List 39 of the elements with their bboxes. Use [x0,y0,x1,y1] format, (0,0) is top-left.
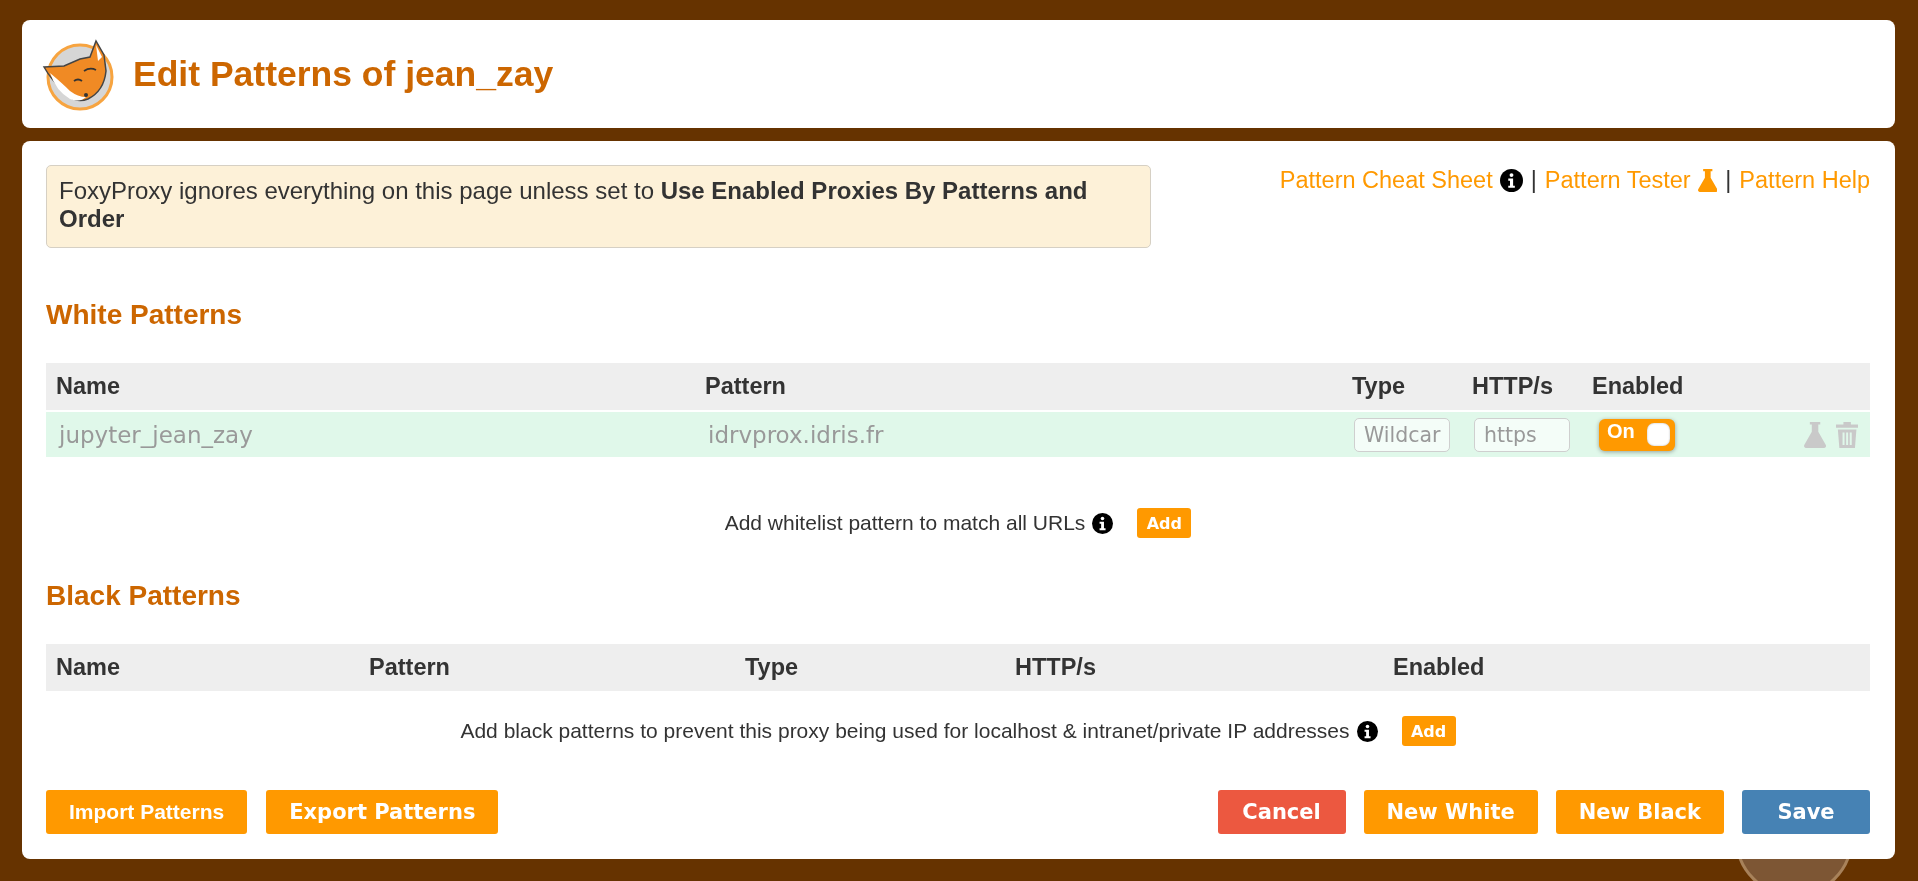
column-header: Pattern [369,654,450,681]
notice-message: FoxyProxy ignores everything on this page unless set to Use Enabled Proxies By Patterns and Order [46,165,1151,248]
footer-button[interactable]: New Black [1555,790,1724,834]
flask-icon [1697,169,1718,192]
footer-button[interactable]: Import Patterns [46,790,248,834]
help-link[interactable]: Pattern Help [1739,167,1870,194]
column-header: Name [56,654,120,681]
column-header: Enabled [1393,654,1485,681]
enabled-toggle[interactable]: On [1599,418,1675,451]
type-field[interactable]: Wildcar [1354,417,1450,452]
info-icon[interactable] [1356,720,1378,742]
column-header: Type [1352,373,1406,400]
fox-logo-icon [40,37,116,111]
pattern-cell: idrvprox.idris.fr [708,421,884,448]
info-icon[interactable] [1092,512,1114,534]
add-button[interactable]: Add [1137,508,1192,538]
footer-button[interactable]: Cancel [1217,790,1346,834]
column-header: HTTP/s [1472,373,1553,400]
name-cell: jupyter_jean_zay [59,421,253,448]
column-header: HTTP/s [1015,654,1096,681]
column-header: Enabled [1592,373,1684,400]
column-header: Name [56,373,120,400]
section-title: Black Patterns [46,580,241,612]
help-link[interactable]: Pattern Cheat Sheet [1279,167,1523,194]
footer-button[interactable]: New White [1363,790,1538,834]
help-link[interactable]: Pattern Tester [1544,167,1718,194]
column-header: Type [745,654,799,681]
add-button[interactable]: Add [1401,716,1456,746]
column-header: Pattern [705,373,786,400]
hint-text: Add whitelist pattern to match all URLs [724,511,1086,535]
section-title: White Patterns [46,299,243,331]
footer-button[interactable]: Save [1742,790,1870,834]
link-separator: | [1725,167,1732,194]
link-separator: | [1530,167,1537,194]
protocol-field[interactable]: https [1474,417,1570,452]
footer-button[interactable]: Export Patterns [266,790,499,834]
info-icon [1499,169,1523,192]
hint-text: Add black patterns to prevent this proxy being used for localhost & intranet/private IP addresses [460,719,1350,743]
page-title: Edit Patterns of jean_zay [133,53,554,95]
